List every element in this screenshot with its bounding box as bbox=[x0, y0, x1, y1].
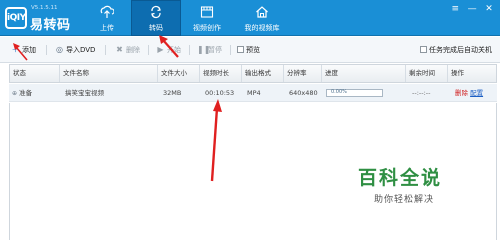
col-status: 状态 bbox=[10, 65, 60, 82]
iqiyi-logo-icon: iQIY bbox=[5, 7, 27, 29]
add-button-label: 添加 bbox=[22, 46, 36, 54]
delete-link[interactable]: 删除 bbox=[455, 89, 468, 97]
auto-shutdown-checkbox[interactable] bbox=[420, 46, 427, 53]
auto-shutdown-label: 任务完成后自动关机 bbox=[429, 46, 492, 54]
col-remaining: 剩余时间 bbox=[406, 65, 448, 82]
toolbar-divider bbox=[148, 45, 149, 55]
output-format-cell: MP4 bbox=[247, 89, 261, 97]
auto-shutdown-toggle[interactable]: 任务完成后自动关机 bbox=[420, 44, 492, 56]
table-header: 状态 文件名称 文件大小 视频时长 输出格式 分辨率 进度 剩余时间 操作 bbox=[9, 64, 497, 83]
delete-icon: ✖ bbox=[116, 45, 123, 54]
toolbar-divider bbox=[189, 45, 190, 55]
title-bar: iQIY V5.1.5.11 易转码 上传 转码 视频创作 我的视频库 ≡ — … bbox=[0, 0, 500, 36]
upload-icon bbox=[100, 5, 114, 18]
minimize-icon[interactable]: — bbox=[465, 3, 479, 15]
col-duration: 视频时长 bbox=[200, 65, 242, 82]
toolbar-divider bbox=[46, 45, 47, 55]
watermark: 百科全说 助你轻松解决 bbox=[352, 161, 482, 213]
app-logo: iQIY V5.1.5.11 易转码 bbox=[5, 4, 89, 33]
toolbar-divider bbox=[105, 45, 106, 55]
tab-video-create[interactable]: 视频创作 bbox=[182, 0, 232, 36]
file-size-cell: 32MB bbox=[163, 89, 182, 97]
app-name: 易转码 bbox=[30, 18, 71, 33]
status-text: 准备 bbox=[19, 89, 33, 97]
watermark-title: 百科全说 bbox=[358, 167, 443, 189]
config-link[interactable]: 配置 bbox=[470, 89, 483, 97]
toolbar-divider bbox=[230, 45, 231, 55]
preview-toggle[interactable]: 预览 bbox=[237, 44, 260, 56]
app-version: V5.1.5.11 bbox=[31, 5, 58, 11]
transcode-icon bbox=[151, 5, 161, 19]
import-dvd-label: 导入DVD bbox=[66, 46, 96, 54]
preview-checkbox[interactable] bbox=[237, 46, 244, 53]
play-icon: ▶ bbox=[157, 45, 164, 54]
remaining-cell: --:--:-- bbox=[412, 89, 431, 97]
home-icon bbox=[256, 6, 268, 18]
col-file-name: 文件名称 bbox=[60, 65, 158, 82]
col-resolution: 分辨率 bbox=[284, 65, 322, 82]
pause-button-label: 暂停 bbox=[208, 46, 222, 54]
delete-button-label: 删除 bbox=[126, 46, 140, 54]
col-actions: 操作 bbox=[451, 69, 464, 77]
tab-my-library-label: 我的视频库 bbox=[244, 24, 280, 32]
actions-cell: 删除 配置 bbox=[452, 84, 483, 102]
watermark-subtitle: 助你轻松解决 bbox=[374, 195, 435, 205]
table-row[interactable]: ⊕ 准备 搞笑宝宝视频 32MB 00:10:53 MP4 640x480 0.… bbox=[9, 84, 497, 102]
tab-video-create-label: 视频创作 bbox=[193, 24, 221, 32]
tab-transcode[interactable]: 转码 bbox=[131, 0, 181, 36]
close-icon[interactable]: ✕ bbox=[482, 3, 496, 15]
col-file-size: 文件大小 bbox=[158, 65, 200, 82]
progress-bar: 0.00% bbox=[326, 89, 383, 97]
progress-text: 0.00% bbox=[331, 89, 347, 95]
tab-upload-label: 上传 bbox=[100, 24, 114, 32]
add-button[interactable]: ＋添加 bbox=[11, 44, 37, 56]
expand-icon[interactable]: ⊕ bbox=[12, 90, 17, 97]
video-create-icon bbox=[200, 6, 214, 18]
pause-icon: ❚❚ bbox=[197, 45, 211, 54]
start-button-label: 开始 bbox=[167, 46, 181, 54]
duration-cell: 00:10:53 bbox=[205, 89, 235, 97]
window-controls: ≡ — ✕ bbox=[448, 3, 496, 15]
resolution-cell: 640x480 bbox=[289, 89, 318, 97]
pause-button[interactable]: ❚❚暂停 bbox=[197, 44, 222, 56]
col-output-format: 输出格式 bbox=[242, 65, 284, 82]
import-dvd-button[interactable]: ◎ 导入DVD bbox=[55, 44, 95, 56]
preview-label: 预览 bbox=[246, 46, 260, 54]
tab-transcode-label: 转码 bbox=[149, 24, 163, 32]
toolbar: ＋添加 ◎ 导入DVD ✖ 删除 ▶ 开始 ❚❚暂停 预览 任务完成后自动关机 bbox=[0, 37, 500, 63]
delete-button[interactable]: ✖ 删除 bbox=[115, 44, 140, 56]
add-icon: ＋ bbox=[11, 45, 20, 54]
start-button[interactable]: ▶ 开始 bbox=[156, 44, 181, 56]
tab-my-library[interactable]: 我的视频库 bbox=[235, 0, 289, 36]
dvd-icon: ◎ bbox=[56, 45, 63, 54]
file-name-cell: 搞笑宝宝视频 bbox=[65, 89, 104, 97]
menu-icon[interactable]: ≡ bbox=[448, 3, 462, 15]
tab-upload[interactable]: 上传 bbox=[82, 0, 132, 36]
col-progress: 进度 bbox=[322, 65, 406, 82]
status-cell: ⊕ 准备 bbox=[9, 84, 32, 102]
